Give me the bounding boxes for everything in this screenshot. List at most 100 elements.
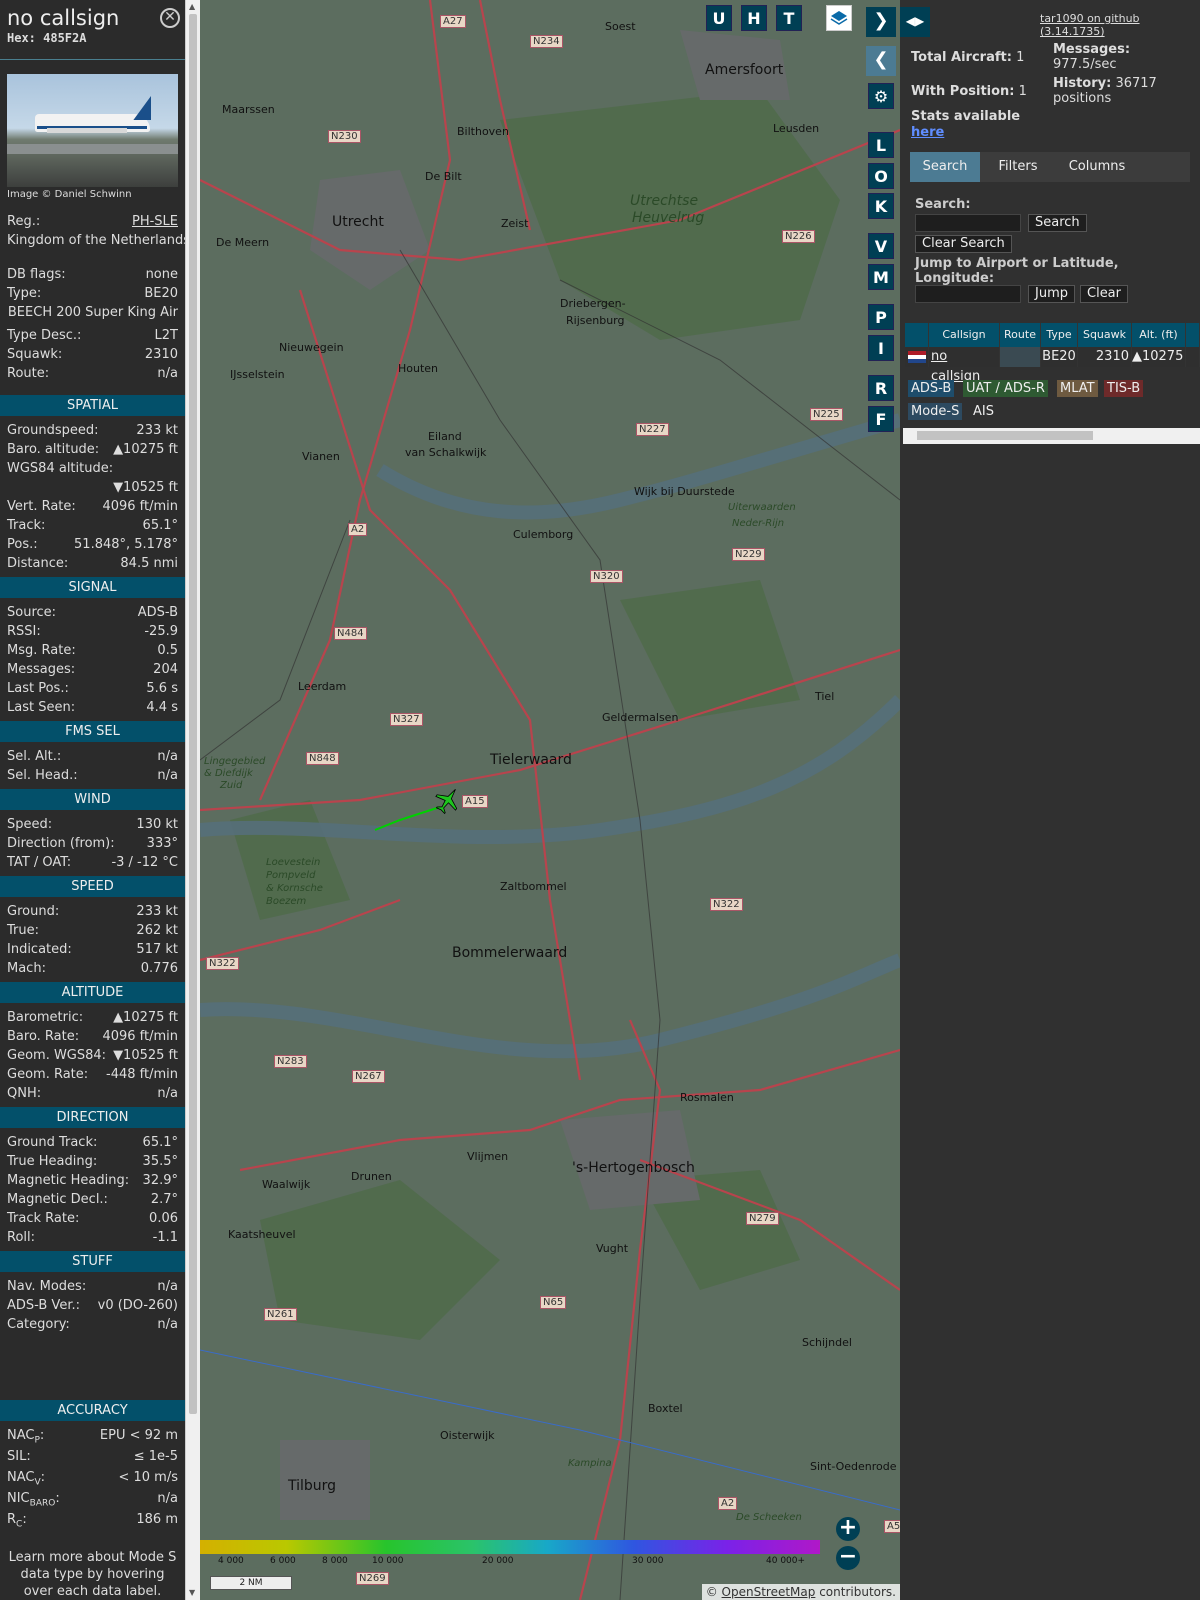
info-row: Ground Track: 65.1°: [0, 1133, 185, 1152]
info-value: 517 kt: [136, 942, 178, 957]
place-label: van Schalkwijk: [405, 446, 487, 459]
map-button-o[interactable]: O: [868, 163, 894, 189]
map-button-u[interactable]: U: [706, 5, 732, 31]
col-route[interactable]: Route: [1000, 323, 1041, 347]
nacv-row: NACV: < 10 m/s: [7, 1470, 178, 1488]
map-button-r[interactable]: R: [868, 375, 894, 401]
source-badge-mlat[interactable]: MLAT: [1057, 380, 1098, 397]
place-label: Utrecht: [332, 214, 384, 230]
github-link[interactable]: tar1090 on github (3.14.1735): [1040, 12, 1200, 38]
info-label: Category:: [7, 1317, 70, 1332]
tab-columns[interactable]: Columns: [1056, 152, 1138, 182]
nature-area-label: & Kornsche: [266, 883, 323, 894]
col-squawk[interactable]: Squawk: [1078, 323, 1132, 347]
info-value: v0 (DO-260): [97, 1298, 178, 1313]
map-button-h[interactable]: H: [741, 5, 767, 31]
info-value: 4.4 s: [146, 700, 178, 715]
source-badge-uat-ads-r[interactable]: UAT / ADS-R: [963, 380, 1048, 397]
col-type[interactable]: Type: [1041, 323, 1078, 347]
dbflags-row: DB flags: none: [7, 267, 178, 282]
info-row: RSSI: -25.9: [0, 622, 185, 641]
info-label: Source:: [7, 605, 57, 620]
info-value: 2.7°: [150, 1192, 178, 1207]
row-callsign[interactable]: no callsign: [929, 347, 1000, 384]
info-row: TAT / OAT: -3 / -12 °C: [0, 853, 185, 872]
info-row: Track Rate: 0.06: [0, 1209, 185, 1228]
stats-link[interactable]: here: [911, 125, 944, 140]
col-altitude[interactable]: Alt. (ft): [1132, 323, 1186, 347]
map-button-v[interactable]: V: [868, 233, 894, 259]
place-label: Kaatsheuvel: [228, 1228, 296, 1241]
info-label: Messages:: [7, 662, 76, 677]
settings-gear-icon[interactable]: ⚙: [868, 83, 894, 109]
map-button-t[interactable]: T: [776, 5, 802, 31]
total-aircraft-stat: Total Aircraft: 1: [911, 50, 1025, 65]
row-route: [1000, 347, 1041, 367]
info-label: Sel. Head.:: [7, 768, 78, 783]
source-badge-tis-b[interactable]: TIS-B: [1104, 380, 1144, 397]
zoom-out-button[interactable]: −: [836, 1546, 860, 1570]
info-value: 4096 ft/min: [102, 1029, 178, 1044]
aircraft-photo[interactable]: [7, 74, 178, 187]
collapse-left-icon[interactable]: ❮: [866, 46, 896, 76]
accuracy-section: ACCURACY NACP: EPU < 92 m SIL: ≤ 1e-5 NACV…: [0, 1396, 185, 1600]
table-row[interactable]: no callsign BE20 2310 ▲10275: [905, 347, 1200, 384]
info-panel-scrollbar[interactable]: ▲ ▼: [185, 0, 200, 1600]
jump-label: Jump to Airport or Latitude, Longitude:: [915, 256, 1119, 286]
source-badge-ais[interactable]: AIS: [970, 403, 997, 420]
jump-input[interactable]: [915, 285, 1021, 303]
search-input[interactable]: [915, 214, 1021, 232]
aircraft-callsign: no callsign: [7, 6, 120, 30]
altitude-color-legend: [200, 1540, 820, 1554]
info-value: 32.9°: [142, 1173, 178, 1188]
sil-row: SIL: ≤ 1e-5: [7, 1449, 178, 1464]
road-shield: N230: [328, 130, 361, 143]
toggle-sidebar-icon[interactable]: ◀▶: [900, 7, 930, 37]
road-shield: N226: [782, 230, 815, 243]
map-attribution: © OpenStreetMap contributors.: [701, 1584, 900, 1600]
info-row: Msg. Rate: 0.5: [0, 641, 185, 660]
zoom-in-button[interactable]: +: [836, 1517, 860, 1541]
map-button-p[interactable]: P: [868, 304, 894, 330]
table-hscrollbar[interactable]: [903, 428, 1200, 444]
info-row: Barometric: ▲10275 ft: [0, 1008, 185, 1027]
place-label: Eiland: [428, 430, 462, 443]
jump-button[interactable]: Jump: [1028, 285, 1075, 303]
info-label: Track:: [7, 518, 46, 533]
search-button[interactable]: Search: [1028, 214, 1087, 232]
info-value: ▲10275 ft: [113, 442, 178, 457]
place-label: Tiel: [815, 690, 835, 703]
section-header-accuracy: ACCURACY: [0, 1400, 185, 1421]
map-button-l[interactable]: L: [868, 132, 894, 158]
info-row: Baro. Rate: 4096 ft/min: [0, 1027, 185, 1046]
clear-button[interactable]: Clear: [1080, 285, 1128, 303]
road-shield: A27: [440, 15, 466, 28]
registration-link[interactable]: PH-SLE: [132, 212, 178, 231]
row-altitude: ▲10275: [1132, 347, 1186, 367]
info-row: Ground: 233 kt: [0, 902, 185, 921]
map-button-k[interactable]: K: [868, 193, 894, 219]
nic-row: NICBARO: n/a: [7, 1491, 178, 1509]
map-button-m[interactable]: M: [868, 264, 894, 290]
source-badge-ads-b[interactable]: ADS-B: [908, 380, 955, 397]
place-label: Bilthoven: [457, 125, 509, 138]
source-badge-mode-s[interactable]: Mode-S: [908, 403, 963, 420]
expand-right-icon[interactable]: ❯: [866, 7, 896, 37]
info-value: 35.5°: [142, 1154, 178, 1169]
map-button-i[interactable]: I: [868, 335, 894, 361]
clear-search-button[interactable]: Clear Search: [915, 235, 1012, 253]
close-icon[interactable]: ✕: [160, 8, 180, 28]
layers-icon[interactable]: [826, 5, 852, 31]
nature-area-label: Neder-Rijn: [732, 518, 785, 529]
tab-search[interactable]: Search: [910, 152, 980, 182]
tab-filters[interactable]: Filters: [984, 152, 1052, 182]
osm-link[interactable]: OpenStreetMap: [722, 1585, 816, 1599]
map-canvas[interactable]: Soest Amersfoort Maarssen Bilthoven Leusden D…: [200, 0, 900, 1600]
info-label: Baro. altitude:: [7, 442, 100, 457]
nature-area-label: & Diefdijk: [204, 768, 253, 779]
info-label: Sel. Alt.:: [7, 749, 62, 764]
col-callsign[interactable]: Callsign: [929, 323, 1000, 347]
map-button-f[interactable]: F: [868, 406, 894, 432]
road-shield: N320: [590, 570, 623, 583]
info-value: 233 kt: [136, 904, 178, 919]
